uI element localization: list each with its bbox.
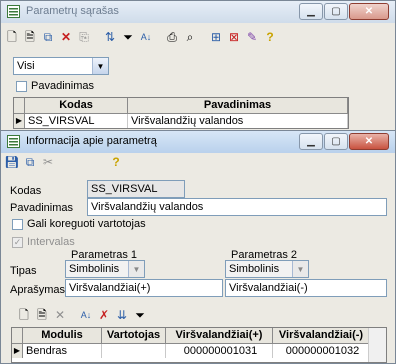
close-icon: ✕ <box>364 6 374 17</box>
new-doc-icon[interactable]: 🗋 <box>15 306 33 324</box>
minimize-icon: ▁ <box>307 6 315 17</box>
tree-icon[interactable]: ⧉ <box>21 153 39 171</box>
minimize-button[interactable]: ▁ <box>299 3 323 20</box>
grid-icon[interactable]: ⊠ <box>225 28 243 46</box>
kodas-label: Kodas <box>10 185 42 197</box>
cell-plus[interactable]: 000000001031 <box>166 344 273 358</box>
remove-filter-icon[interactable]: ✗ <box>95 306 113 324</box>
maximize-icon: ▢ <box>331 6 341 17</box>
titlebar[interactable]: Informacija apie parametrą ▁ ▢ ✕ <box>1 131 395 153</box>
maximize-icon: ▢ <box>331 136 341 147</box>
sub-toolbar: 🗋 🗎 ✕ A↓ ✗ ⇊ ⏷ <box>15 305 393 325</box>
window-title: Informacija apie parametrą <box>26 135 157 147</box>
cell-modulis[interactable]: Bendras <box>23 344 102 358</box>
filter-select[interactable]: Visi ▼ <box>13 57 109 75</box>
column-header-vartotojas[interactable]: Vartotojas <box>102 328 166 343</box>
help-icon[interactable]: ? <box>107 153 125 171</box>
sort-az-icon[interactable]: A↓ <box>137 28 155 46</box>
sort-icon[interactable]: ⇅ <box>101 28 119 46</box>
toolbar: 💾︎ ⧉ ✂ ? <box>3 152 393 172</box>
table-row[interactable]: ▶ Bendras 000000001031 000000001032 <box>12 344 386 358</box>
pavadinimas-field[interactable]: Viršvalandžių valandos <box>87 198 387 216</box>
table-header: Modulis Vartotojas Viršvalandžiai(+) Vir… <box>12 328 386 344</box>
filter-icon[interactable]: ⏷ <box>131 306 149 324</box>
column-header-minus[interactable]: Viršvalandžiai(-) <box>273 328 370 343</box>
print-icon[interactable]: ⎙ <box>163 28 181 46</box>
list-icon <box>7 5 20 18</box>
new-doc-icon[interactable]: 🗋 <box>3 28 21 46</box>
aprasymas-label: Aprašymas <box>10 284 66 296</box>
cut-icon[interactable]: ✂ <box>39 153 57 171</box>
maximize-button[interactable]: ▢ <box>324 133 348 150</box>
intervalas-label: Intervalas <box>27 236 75 248</box>
cell-pavadinimas[interactable]: Viršvalandžių valandos <box>128 114 348 128</box>
toolbar: 🗋 🗎 ⧉ ✕ ⎘ ⇅ ⏷ A↓ ⎙ ⌕ ⊞ ⊠ ✎ ? <box>3 27 393 47</box>
gali-koreguoti-checkbox[interactable] <box>12 219 23 230</box>
column-header-pavadinimas[interactable]: Pavadinimas <box>128 98 348 113</box>
copy-icon[interactable]: ⎘ <box>75 28 93 46</box>
parametru-sarasas-window: Parametrų sąrašas ▁ ▢ ✕ 🗋 🗎 ⧉ ✕ ⎘ ⇅ ⏷ A↓… <box>0 0 396 140</box>
edit-doc-icon[interactable]: 🗎 <box>33 306 51 324</box>
chevron-down-icon[interactable]: ▼ <box>92 58 108 74</box>
help-icon[interactable]: ? <box>261 28 279 46</box>
edit-doc-icon[interactable]: 🗎 <box>21 28 39 46</box>
minimize-button[interactable]: ▁ <box>299 133 323 150</box>
cell-minus[interactable]: 000000001032 <box>273 344 370 358</box>
column-header-plus[interactable]: Viršvalandžiai(+) <box>166 328 273 343</box>
close-button[interactable]: ✕ <box>349 133 389 150</box>
table-header: Kodas Pavadinimas <box>14 98 348 114</box>
filter-icon[interactable]: ⏷ <box>119 28 137 46</box>
intervalas-checkbox[interactable]: ✓ <box>12 237 23 248</box>
aprasymas1-field[interactable]: Viršvalandžiai(+) <box>65 279 223 297</box>
filter-value: Visi <box>17 60 35 72</box>
close-button[interactable]: ✕ <box>349 3 389 20</box>
table-row[interactable]: ▶ SS_VIRSVAL Viršvalandžių valandos <box>14 114 348 128</box>
maximize-button[interactable]: ▢ <box>324 3 348 20</box>
tools-icon[interactable]: ✎ <box>243 28 261 46</box>
list-icon <box>7 135 20 148</box>
network-icon[interactable]: ⊞ <box>207 28 225 46</box>
binoculars-icon[interactable]: ⌕ <box>181 28 199 46</box>
sort-desc-icon[interactable]: ⇊ <box>113 306 131 324</box>
cell-vartotojas[interactable] <box>102 344 166 358</box>
pavadinimas-checkbox[interactable] <box>16 81 27 92</box>
tipas2-select[interactable]: Simbolinis ▼ <box>225 260 309 278</box>
indicator-header <box>14 98 25 113</box>
delete-icon[interactable]: ✕ <box>51 306 69 324</box>
column-header-modulis[interactable]: Modulis <box>23 328 102 343</box>
gali-koreguoti-label: Gali koreguoti vartotojas <box>27 218 146 230</box>
titlebar[interactable]: Parametrų sąrašas ▁ ▢ ✕ <box>1 1 395 23</box>
chevron-down-icon[interactable]: ▼ <box>128 261 144 277</box>
tipas1-select[interactable]: Simbolinis ▼ <box>65 260 145 278</box>
tree-icon[interactable]: ⧉ <box>39 28 57 46</box>
tipas-label: Tipas <box>10 265 37 277</box>
kodas-field[interactable]: SS_VIRSVAL <box>87 180 185 198</box>
indicator-header <box>12 328 23 343</box>
informacija-window: Informacija apie parametrą ▁ ▢ ✕ 💾︎ ⧉ ✂ … <box>0 130 396 364</box>
pavadinimas-checkbox-label: Pavadinimas <box>31 80 94 92</box>
sort-az-icon[interactable]: A↓ <box>77 306 95 324</box>
column-header-kodas[interactable]: Kodas <box>25 98 128 113</box>
row-indicator-icon: ▶ <box>12 344 23 358</box>
chevron-down-icon[interactable]: ▼ <box>292 261 308 277</box>
cell-kodas[interactable]: SS_VIRSVAL <box>25 114 128 128</box>
aprasymas2-field[interactable]: Viršvalandžiai(-) <box>225 279 387 297</box>
parameters-table: Kodas Pavadinimas ▶ SS_VIRSVAL Viršvalan… <box>13 97 349 129</box>
pavadinimas-label: Pavadinimas <box>10 202 73 214</box>
close-icon: ✕ <box>364 136 374 147</box>
window-title: Parametrų sąrašas <box>26 5 119 17</box>
vertical-scrollbar[interactable] <box>368 328 386 362</box>
tipas2-value: Simbolinis <box>229 263 280 275</box>
save-icon[interactable]: 💾︎ <box>3 153 21 171</box>
tipas1-value: Simbolinis <box>69 263 120 275</box>
delete-icon[interactable]: ✕ <box>57 28 75 46</box>
row-indicator-icon: ▶ <box>14 114 25 128</box>
modules-table: Modulis Vartotojas Viršvalandžiai(+) Vir… <box>11 327 387 363</box>
minimize-icon: ▁ <box>307 136 315 147</box>
